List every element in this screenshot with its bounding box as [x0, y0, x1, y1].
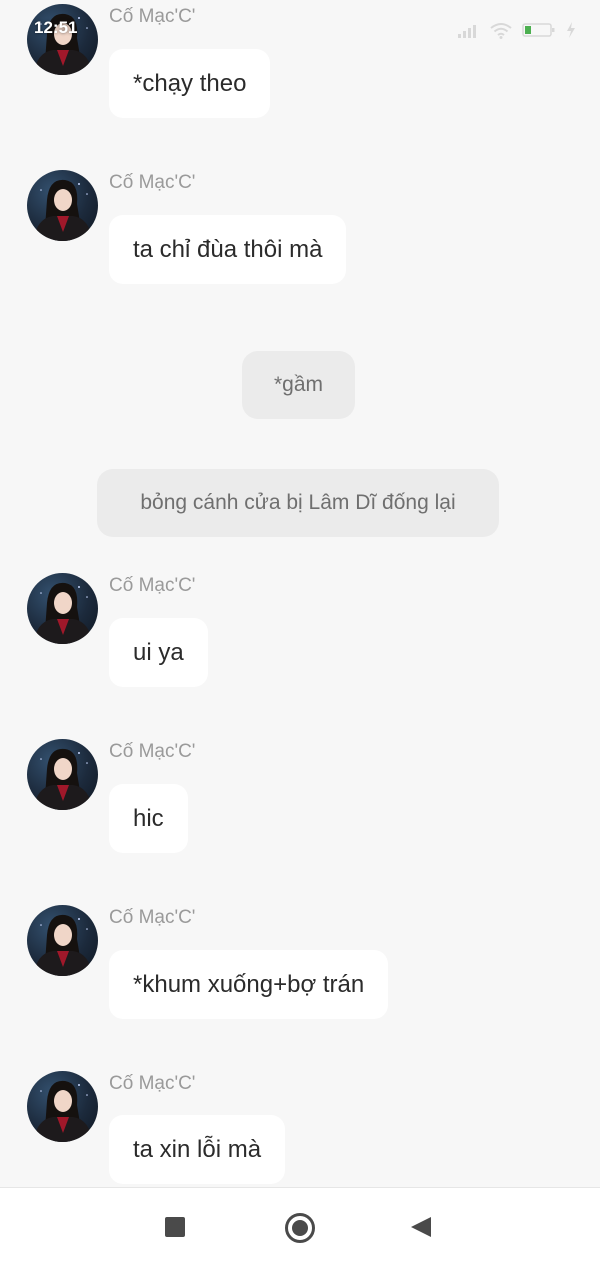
message-bubble[interactable]: hic [109, 784, 188, 853]
message-bubble[interactable]: *khum xuống+bợ trán [109, 950, 389, 1019]
home-button[interactable] [285, 1213, 315, 1243]
avatar[interactable] [27, 739, 98, 810]
sender-name: Cố Mạc'C' [109, 1073, 196, 1094]
navigation-bar [0, 1187, 600, 1267]
avatar[interactable] [27, 573, 98, 644]
message-bubble[interactable]: ta xin lỗi mà [109, 1115, 286, 1184]
charging-icon [567, 22, 575, 38]
message-bubble[interactable]: *chạy theo [109, 49, 271, 118]
avatar[interactable] [27, 1071, 98, 1142]
chat-screen: 12:51 Cố Mạc'C' *chạy theo Cố Mạc'C' ta … [0, 0, 600, 1267]
wifi-icon [490, 22, 512, 39]
message-bubble[interactable]: ta chỉ đùa thôi mà [109, 215, 347, 284]
battery-icon [522, 23, 555, 37]
signal-icon [458, 25, 476, 38]
recent-apps-button[interactable] [165, 1217, 185, 1237]
narration-bubble[interactable]: bỏng cánh cửa bị Lâm Dĩ đống lại [97, 469, 499, 537]
status-time: 12:51 [34, 18, 78, 37]
narration-bubble[interactable]: *gầm [242, 351, 355, 419]
message-bubble[interactable]: ui ya [109, 618, 208, 687]
avatar[interactable] [27, 905, 98, 976]
sender-name: Cố Mạc'C' [109, 172, 196, 193]
sender-name: Cố Mạc'C' [109, 575, 196, 596]
sender-name: Cố Mạc'C' [109, 907, 196, 928]
avatar[interactable] [27, 4, 98, 75]
status-icons [458, 20, 576, 40]
back-button[interactable] [411, 1217, 431, 1237]
avatar[interactable] [27, 170, 98, 241]
sender-name: Cố Mạc'C' [109, 6, 196, 27]
sender-name: Cố Mạc'C' [109, 741, 196, 762]
